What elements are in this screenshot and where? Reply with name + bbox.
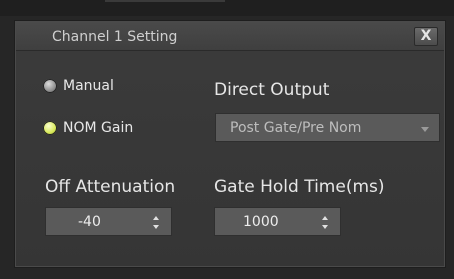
increment-arrow-icon[interactable] bbox=[153, 216, 159, 220]
direct-output-label: Direct Output bbox=[214, 80, 330, 100]
gate-hold-time-stepper[interactable]: 1000 bbox=[214, 207, 341, 236]
nom-gain-radio-label: NOM Gain bbox=[63, 120, 134, 136]
direct-output-value: Post Gate/Pre Nom bbox=[230, 120, 362, 136]
radio-off-icon bbox=[43, 79, 57, 93]
radio-on-icon bbox=[43, 121, 57, 135]
manual-radio[interactable]: Manual bbox=[43, 78, 114, 94]
decrement-arrow-icon[interactable] bbox=[322, 225, 328, 229]
nom-gain-radio[interactable]: NOM Gain bbox=[43, 120, 133, 136]
off-attenuation-value: -40 bbox=[78, 214, 101, 230]
gate-hold-time-value: 1000 bbox=[243, 214, 279, 230]
gate-hold-time-label: Gate Hold Time(ms) bbox=[214, 177, 385, 197]
background-divider bbox=[105, 0, 225, 2]
chevron-down-icon bbox=[421, 127, 429, 132]
decrement-arrow-icon[interactable] bbox=[153, 225, 159, 229]
direct-output-select[interactable]: Post Gate/Pre Nom bbox=[215, 113, 440, 142]
manual-radio-label: Manual bbox=[63, 78, 114, 94]
increment-arrow-icon[interactable] bbox=[322, 216, 328, 220]
dialog-titlebar: Channel 1 Setting X bbox=[16, 22, 444, 51]
close-button[interactable]: X bbox=[414, 27, 438, 46]
background-bar bbox=[0, 0, 454, 16]
off-attenuation-label: Off Attenuation bbox=[45, 177, 176, 197]
off-attenuation-stepper[interactable]: -40 bbox=[45, 207, 172, 236]
dialog-title: Channel 1 Setting bbox=[52, 29, 178, 45]
channel-setting-dialog: Channel 1 Setting X Manual NOM Gain Dire… bbox=[14, 20, 446, 268]
